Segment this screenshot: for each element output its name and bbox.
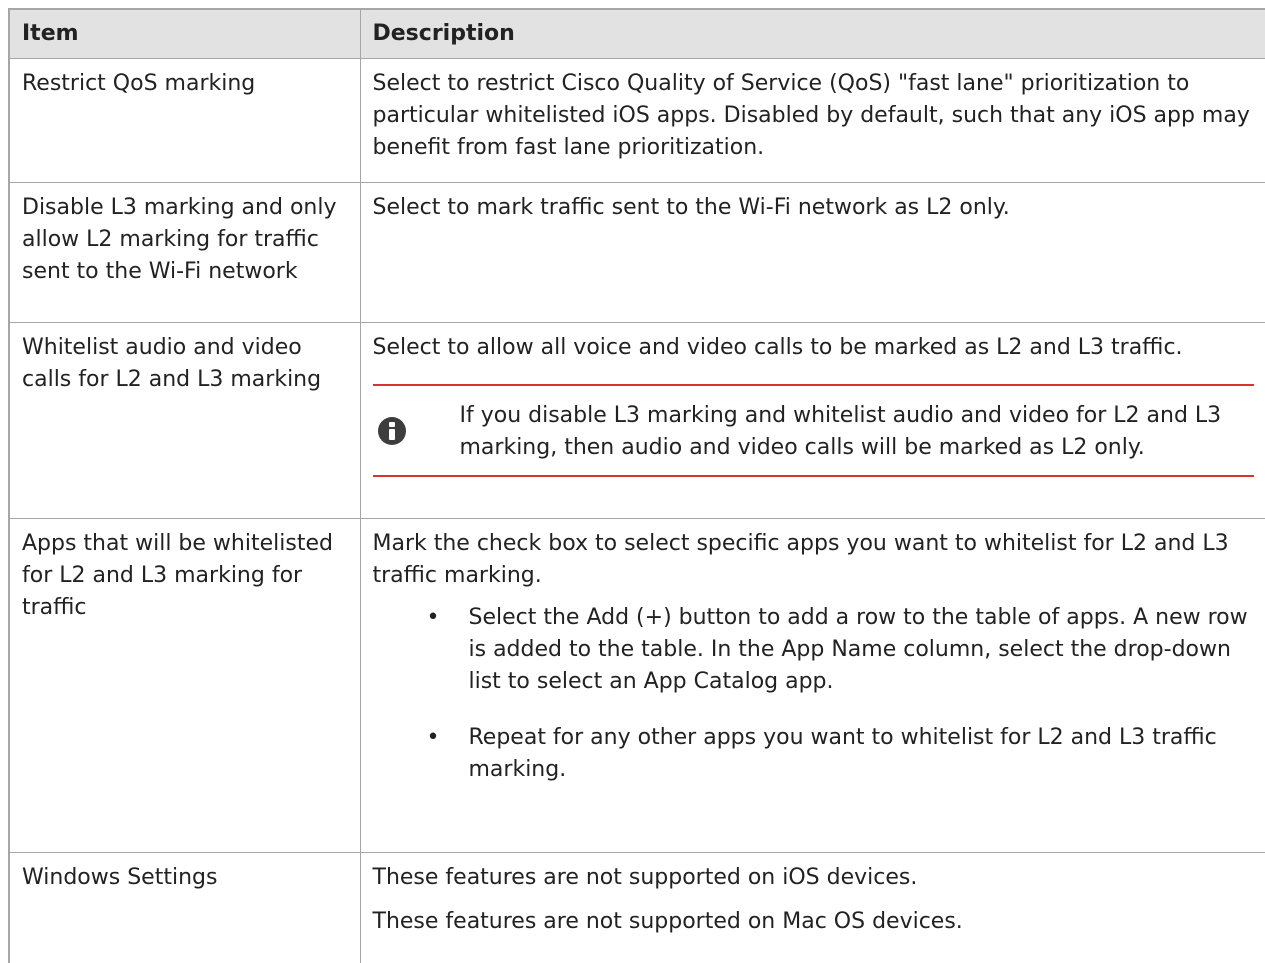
- note-box: If you disable L3 marking and whitelist …: [372, 384, 1254, 477]
- table-row: Apps that will be whitelisted for L2 and…: [8, 518, 1265, 853]
- item-cell: Windows Settings: [8, 852, 361, 963]
- list-item-text: Select the Add (+) button to add a row t…: [468, 605, 1248, 694]
- description-cell: Mark the check box to select specific ap…: [359, 518, 1265, 853]
- settings-table: Item Description Restrict QoS marking Se…: [8, 8, 1265, 963]
- description-cell: Select to allow all voice and video call…: [359, 322, 1265, 519]
- bullet-icon: •: [426, 725, 440, 750]
- description-text: Select to allow all voice and video call…: [372, 335, 1183, 360]
- info-icon: [377, 417, 406, 445]
- description-cell: Select to restrict Cisco Quality of Serv…: [359, 58, 1265, 183]
- item-cell: Apps that will be whitelisted for L2 and…: [8, 518, 361, 853]
- column-header-item: Item: [8, 8, 361, 59]
- column-header-description: Description: [359, 8, 1265, 59]
- description-line: These features are not supported on Mac …: [372, 909, 963, 934]
- list-item-text: Repeat for any other apps you want to wh…: [468, 725, 1217, 782]
- table-row: Windows Settings These features are not …: [8, 852, 1265, 963]
- note-text: If you disable L3 marking and whitelist …: [459, 403, 1222, 460]
- description-line: These features are not supported on iOS …: [372, 865, 918, 890]
- item-cell: Whitelist audio and video calls for L2 a…: [8, 322, 361, 519]
- item-cell: Restrict QoS marking: [8, 58, 361, 183]
- list-item: • Select the Add (+) button to add a row…: [373, 602, 1255, 698]
- list-item: • Repeat for any other apps you want to …: [373, 722, 1255, 786]
- item-cell: Disable L3 marking and only allow L2 mar…: [8, 182, 361, 323]
- description-cell: These features are not supported on iOS …: [359, 852, 1265, 963]
- description-text: Mark the check box to select specific ap…: [372, 531, 1229, 588]
- table-row: Disable L3 marking and only allow L2 mar…: [8, 182, 1265, 323]
- table-row: Restrict QoS marking Select to restrict …: [8, 58, 1265, 183]
- bullet-list: • Select the Add (+) button to add a row…: [373, 602, 1255, 786]
- table-row: Whitelist audio and video calls for L2 a…: [8, 322, 1265, 519]
- description-cell: Select to mark traffic sent to the Wi-Fi…: [359, 182, 1265, 323]
- table-header-row: Item Description: [8, 8, 1265, 59]
- bullet-icon: •: [426, 605, 440, 630]
